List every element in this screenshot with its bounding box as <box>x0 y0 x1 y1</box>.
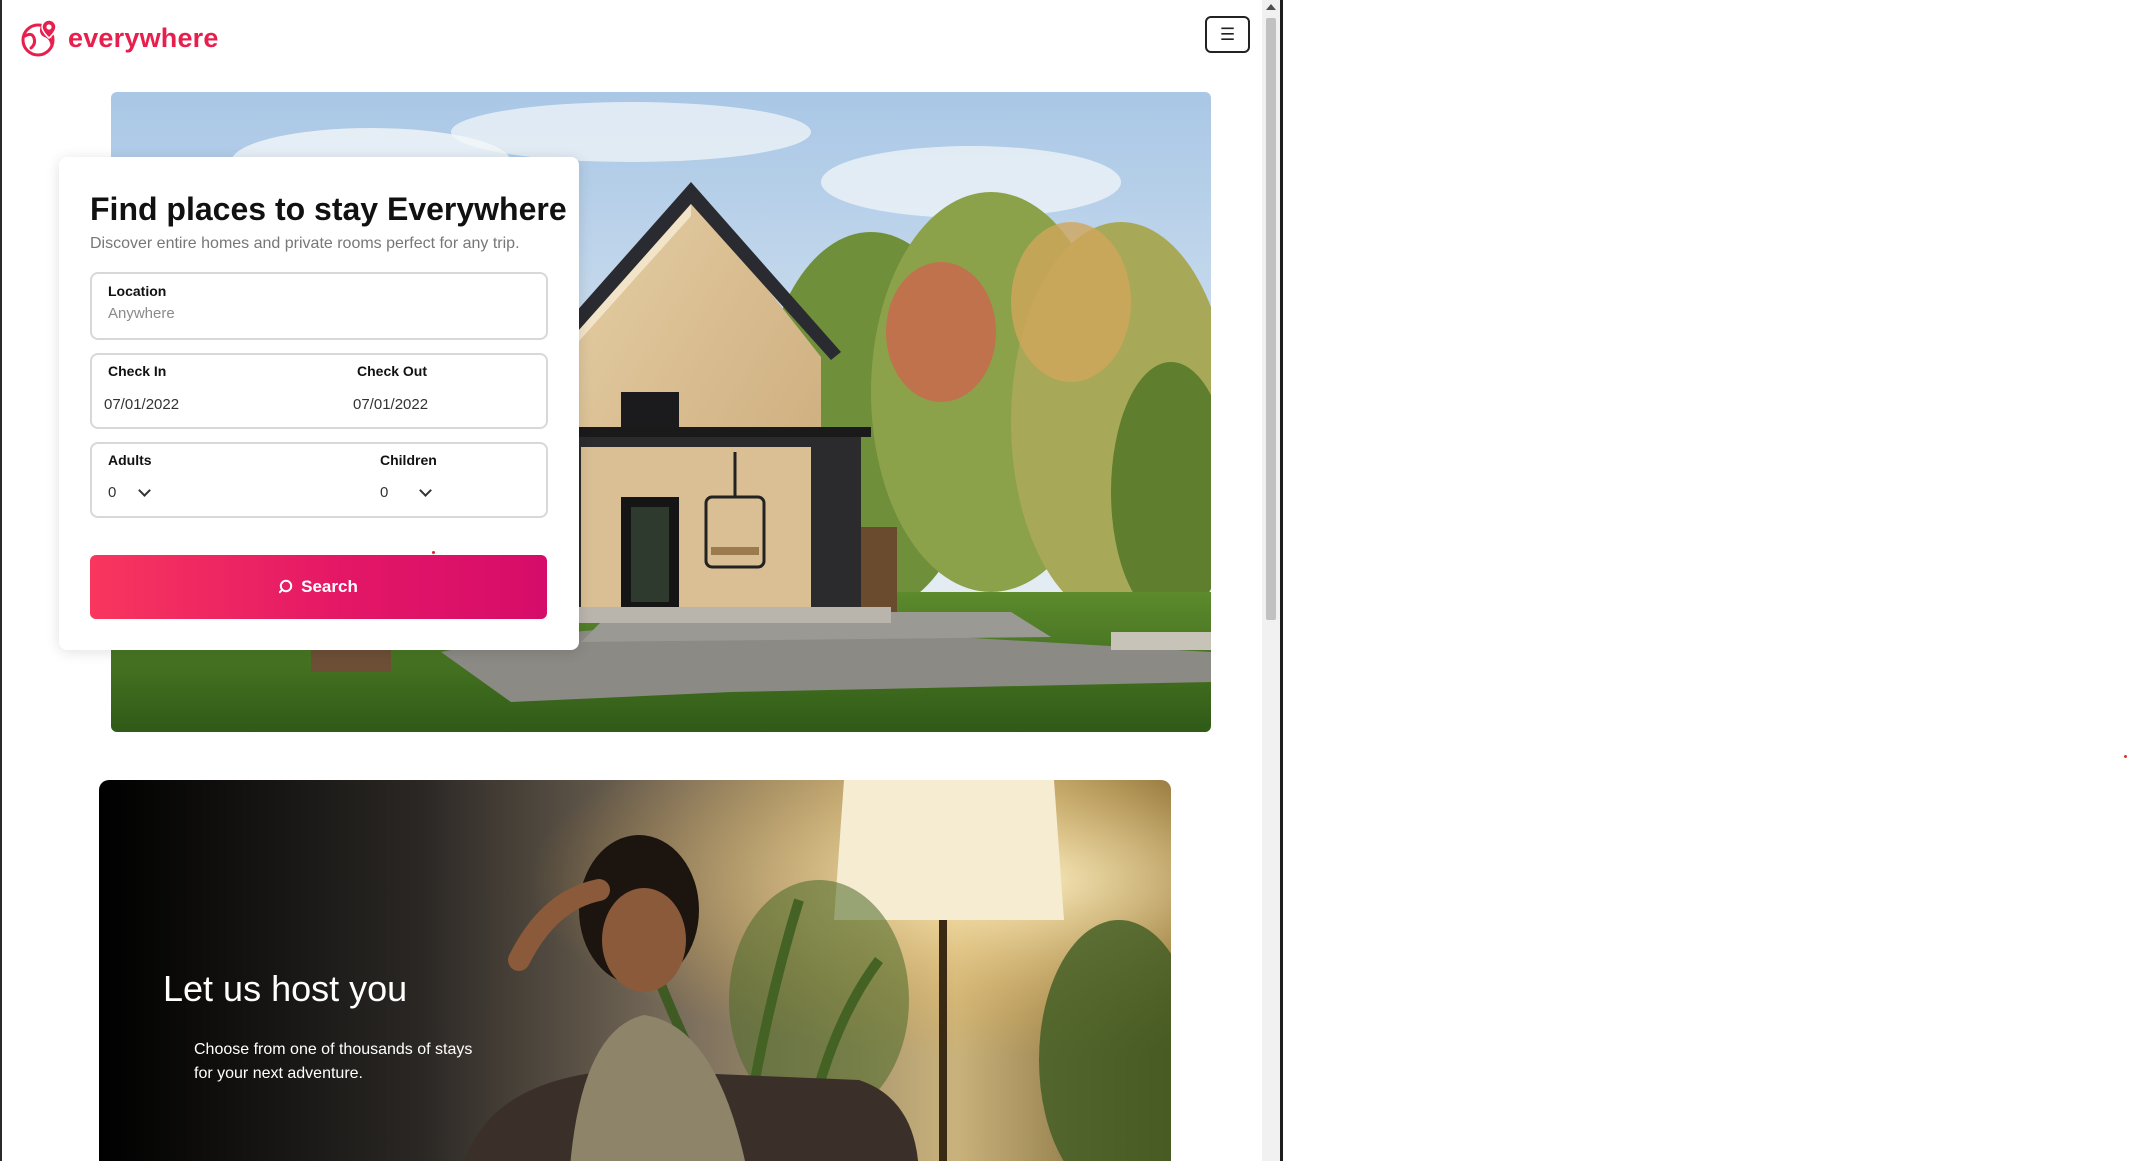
adults-select[interactable]: 0 <box>106 480 166 508</box>
host-title: Let us host you <box>163 968 408 1009</box>
location-field[interactable]: Location Anywhere <box>90 272 548 340</box>
search-card-subtitle: Discover entire homes and private rooms … <box>90 235 520 252</box>
location-input[interactable]: Anywhere <box>108 305 175 322</box>
children-select[interactable]: 0 <box>378 480 438 508</box>
window-divider <box>1280 0 1283 1161</box>
browser-viewport: everywhere ☰ Find places to stay Everywh… <box>0 0 1262 1161</box>
check-out-input[interactable]: 07/01/2022 <box>353 396 428 413</box>
search-card-title: Find places to stay Everywhere <box>90 191 567 227</box>
vertical-scrollbar[interactable] <box>1262 0 1280 1161</box>
scroll-up-icon[interactable] <box>1266 4 1276 10</box>
adults-value: 0 <box>108 484 117 501</box>
children-label: Children <box>380 452 437 468</box>
search-card: Find places to stay Everywhere Discover … <box>59 157 579 650</box>
host-description: Choose from one of thousands of stays fo… <box>194 1041 473 1082</box>
search-button-label: Search <box>301 577 358 596</box>
brand-logo[interactable]: everywhere <box>20 18 219 58</box>
location-label: Location <box>108 283 167 299</box>
check-in-input[interactable]: 07/01/2022 <box>104 396 179 413</box>
check-in-label: Check In <box>108 363 167 379</box>
globe-pin-icon <box>21 19 57 57</box>
check-out-label: Check Out <box>357 363 428 379</box>
scrollbar-thumb[interactable] <box>1266 18 1276 620</box>
decorative-dot <box>432 551 435 554</box>
search-button[interactable]: Search <box>90 555 547 619</box>
search-icon <box>279 579 293 594</box>
chevron-down-icon <box>419 484 432 497</box>
children-value: 0 <box>380 484 389 501</box>
decorative-dot <box>2124 755 2127 758</box>
hamburger-menu-icon: ☰ <box>1219 24 1236 44</box>
brand-name: everywhere <box>68 22 219 53</box>
menu-button[interactable]: ☰ <box>1205 16 1250 53</box>
host-banner: Let us host you Choose from one of thous… <box>99 780 1171 1161</box>
adults-label: Adults <box>108 452 152 468</box>
guests-field: Adults 0 Children 0 <box>90 442 548 518</box>
chevron-down-icon <box>138 484 151 497</box>
dates-field: Check In 07/01/2022 Check Out 07/01/2022 <box>90 353 548 429</box>
